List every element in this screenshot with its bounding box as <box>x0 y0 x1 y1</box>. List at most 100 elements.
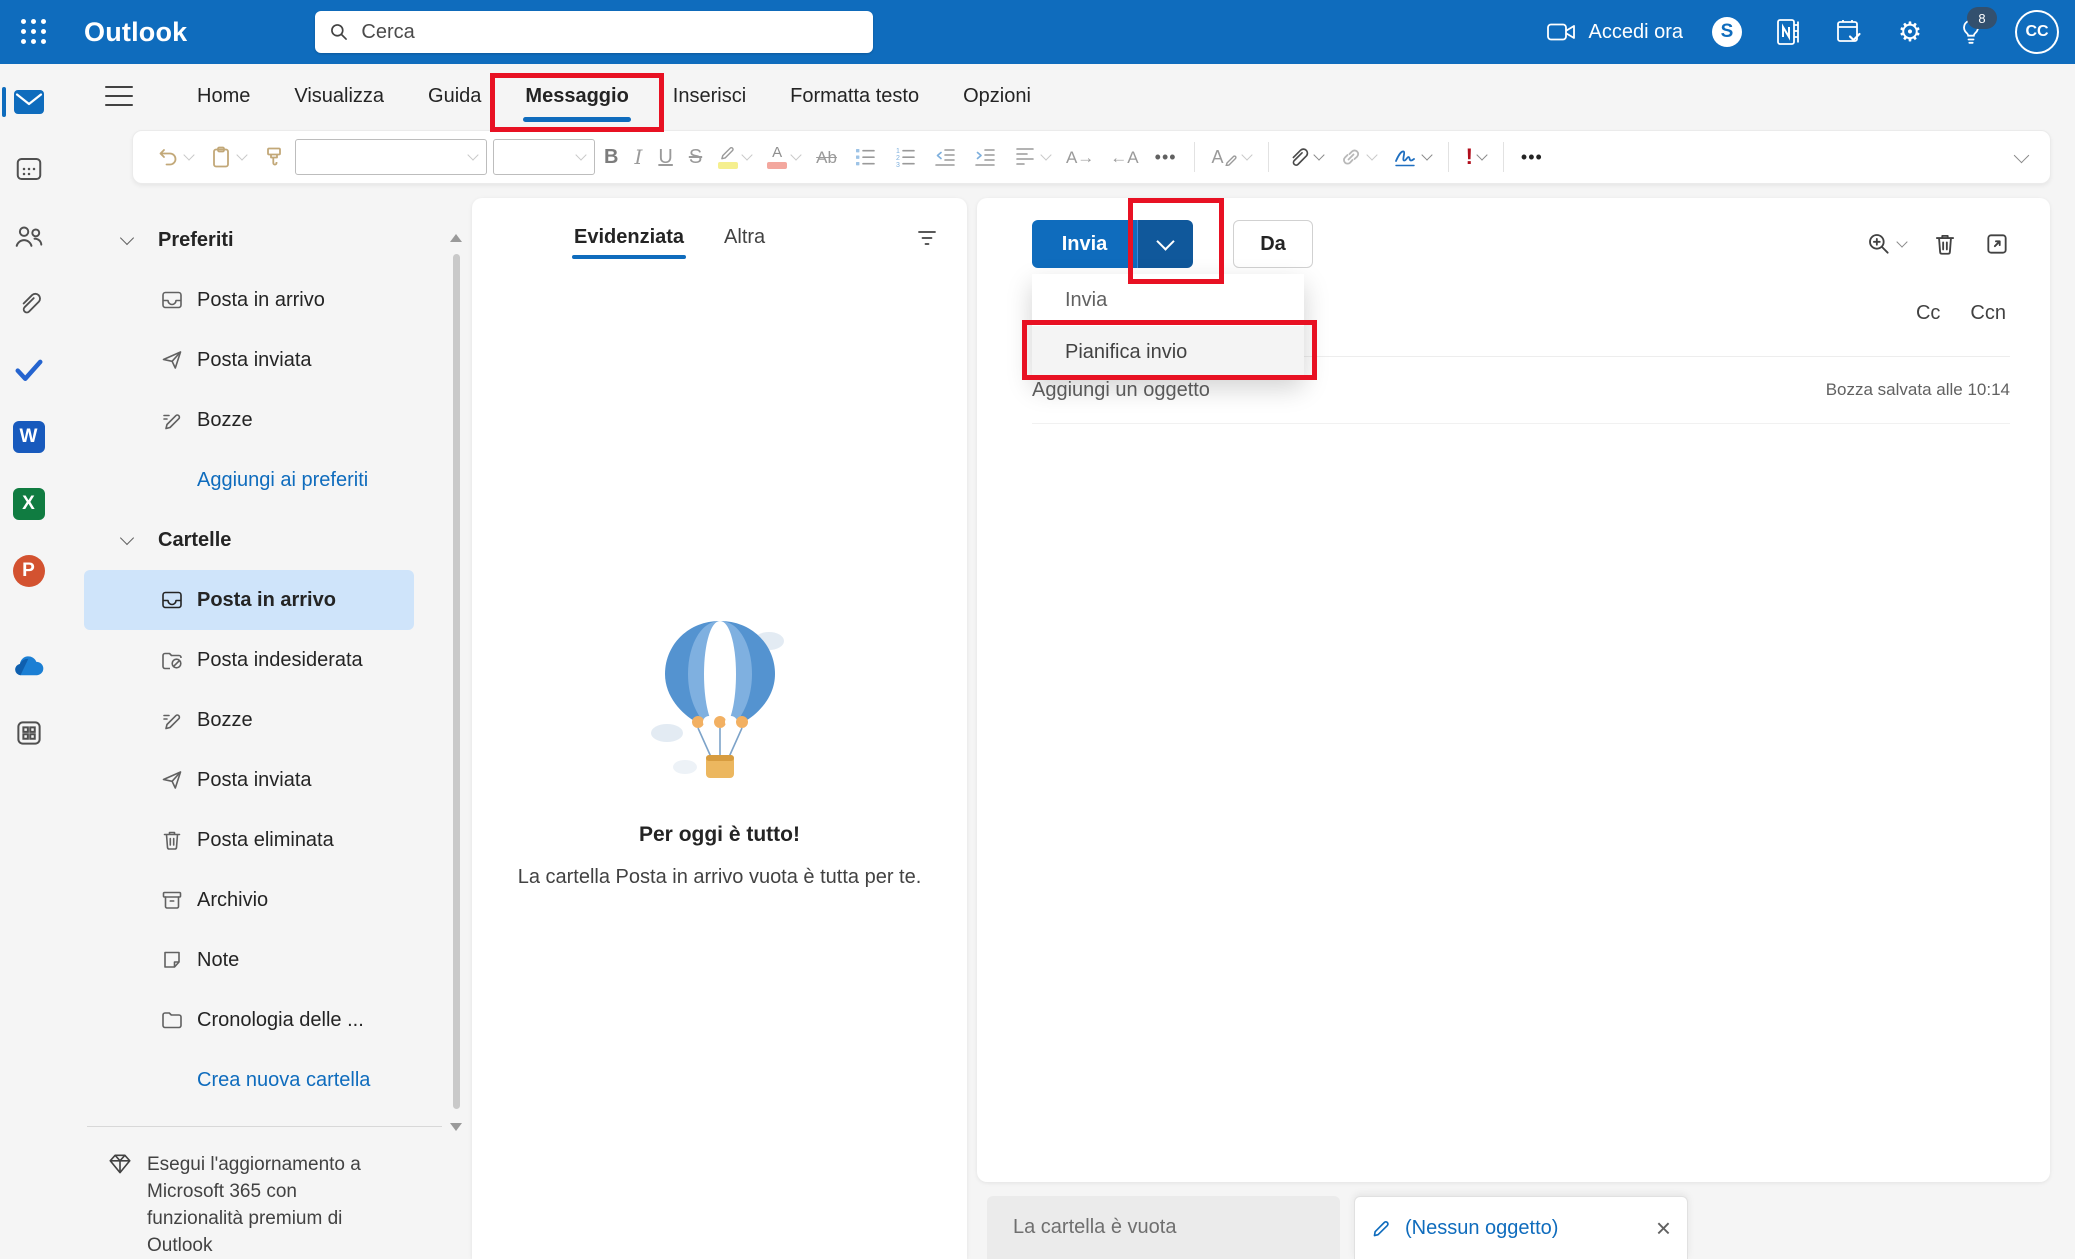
rail-powerpoint-button[interactable]: P <box>11 553 47 589</box>
close-icon[interactable]: × <box>1656 1215 1671 1241</box>
collapse-ribbon-button[interactable] <box>2009 138 2034 176</box>
folder-note[interactable]: Note <box>84 930 414 990</box>
strikethrough-button[interactable]: S <box>682 138 709 176</box>
rail-todo-button[interactable] <box>11 352 47 388</box>
styles-button[interactable]: A <box>1205 138 1258 176</box>
upgrade-promo[interactable]: Esegui l'aggiornamento a Microsoft 365 c… <box>107 1151 440 1259</box>
format-painter-button[interactable] <box>255 138 293 176</box>
rail-excel-button[interactable]: X <box>11 486 47 522</box>
skype-button[interactable]: S <box>1710 15 1744 49</box>
tab-formatta-testo[interactable]: Formatta testo <box>768 77 941 116</box>
settings-button[interactable]: ⚙ <box>1893 15 1927 49</box>
importance-button[interactable]: ! <box>1459 138 1493 176</box>
app-launcher-icon[interactable] <box>14 12 54 52</box>
chevron-down-icon <box>1421 149 1432 160</box>
more-icon: ••• <box>1155 147 1177 168</box>
bulleted-list-button[interactable] <box>846 138 884 176</box>
folders-header[interactable]: Cartelle <box>57 510 470 570</box>
rail-calendar-button[interactable] <box>11 151 47 187</box>
attach-file-button[interactable] <box>1279 138 1330 176</box>
bold-button[interactable]: B <box>597 138 625 176</box>
message-body-editor[interactable] <box>977 424 2050 1182</box>
menu-item-invia[interactable]: Invia <box>1032 274 1304 326</box>
ribbon-tab-row: Home Visualizza Guida Messaggio Inserisc… <box>57 64 2075 128</box>
rail-word-button[interactable]: W <box>11 419 47 455</box>
draft-saved-status: Bozza salvata alle 10:14 <box>1826 380 2010 400</box>
filter-button[interactable] <box>915 228 939 248</box>
italic-button[interactable]: I <box>627 138 649 176</box>
rail-people-button[interactable] <box>11 218 47 254</box>
insert-link-button[interactable] <box>1332 138 1383 176</box>
cc-button[interactable]: Cc <box>1916 302 1940 325</box>
favorite-posta-inviata[interactable]: Posta inviata <box>84 330 414 390</box>
highlight-button[interactable] <box>711 138 758 176</box>
paste-button[interactable] <box>202 138 253 176</box>
folder-archivio[interactable]: Archivio <box>84 870 414 930</box>
tab-visualizza[interactable]: Visualizza <box>272 77 406 116</box>
my-day-button[interactable] <box>1832 15 1866 49</box>
send-options-dropdown[interactable] <box>1137 220 1193 268</box>
signin-button[interactable]: Accedi ora <box>1547 21 1684 44</box>
increase-indent-button[interactable] <box>966 138 1004 176</box>
search-input[interactable] <box>359 20 859 45</box>
zoom-button[interactable] <box>1866 231 1906 257</box>
align-button[interactable] <box>1006 138 1057 176</box>
clear-formatting-button[interactable]: Ab <box>809 138 844 176</box>
tab-home[interactable]: Home <box>175 77 272 116</box>
folder-icon <box>160 1008 184 1032</box>
tab-messaggio[interactable]: Messaggio <box>503 77 650 116</box>
folder-cronologia[interactable]: Cronologia delle ... <box>84 990 414 1050</box>
signature-button[interactable] <box>1385 138 1438 176</box>
more-formatting-button[interactable]: ••• <box>1148 138 1184 176</box>
folder-posta-indesiderata[interactable]: Posta indesiderata <box>84 630 414 690</box>
bottom-strip: La cartella è vuota (Nessun oggetto) × <box>977 1182 2050 1259</box>
undo-icon <box>156 145 180 169</box>
left-to-right-button[interactable]: A→ <box>1059 138 1101 176</box>
tips-button[interactable]: 8 <box>1954 15 1988 49</box>
filter-icon <box>915 228 939 248</box>
scroll-down-arrow[interactable] <box>450 1123 462 1131</box>
undo-button[interactable] <box>149 138 200 176</box>
folder-posta-eliminata[interactable]: Posta eliminata <box>84 810 414 870</box>
tab-guida[interactable]: Guida <box>406 77 503 116</box>
send-button[interactable]: Invia <box>1032 220 1137 268</box>
create-folder-link[interactable]: Crea nuova cartella <box>84 1050 470 1110</box>
favorite-bozze[interactable]: Bozze <box>84 390 414 450</box>
from-button[interactable]: Da <box>1233 220 1313 268</box>
search-bar[interactable] <box>315 11 873 53</box>
underline-button[interactable]: U <box>651 138 679 176</box>
draft-taskbar-tab[interactable]: (Nessun oggetto) × <box>1354 1196 1688 1259</box>
decrease-indent-button[interactable] <box>926 138 964 176</box>
folder-posta-in-arrivo[interactable]: Posta in arrivo <box>84 570 414 630</box>
add-to-favorites-link[interactable]: Aggiungi ai preferiti <box>84 450 470 510</box>
open-in-window-button[interactable] <box>1984 231 2010 257</box>
favorites-header[interactable]: Preferiti <box>57 210 470 270</box>
tab-altra[interactable]: Altra <box>724 226 765 249</box>
rail-onedrive-button[interactable] <box>11 648 47 684</box>
folder-posta-inviata[interactable]: Posta inviata <box>84 750 414 810</box>
folder-pane-scrollbar[interactable] <box>453 254 460 1109</box>
app-title[interactable]: Outlook <box>84 17 187 48</box>
scroll-up-arrow[interactable] <box>450 234 462 242</box>
favorite-posta-in-arrivo[interactable]: Posta in arrivo <box>84 270 414 330</box>
tab-opzioni[interactable]: Opzioni <box>941 77 1053 116</box>
account-avatar[interactable]: CC <box>2015 10 2059 54</box>
hamburger-icon[interactable] <box>105 86 133 106</box>
toolbar-overflow-button[interactable]: ••• <box>1514 138 1550 176</box>
font-name-select[interactable] <box>295 139 487 175</box>
tab-evidenziata[interactable]: Evidenziata <box>574 226 684 249</box>
folder-bozze[interactable]: Bozze <box>84 690 414 750</box>
menu-item-pianifica-invio[interactable]: Pianifica invio <box>1032 326 1304 378</box>
font-size-select[interactable] <box>493 139 595 175</box>
numbered-list-button[interactable]: 123 <box>886 138 924 176</box>
onenote-button[interactable] <box>1771 15 1805 49</box>
font-color-button[interactable]: A <box>760 138 807 176</box>
rail-more-apps-button[interactable] <box>11 715 47 751</box>
bcc-button[interactable]: Ccn <box>1970 302 2006 325</box>
right-to-left-button[interactable]: ←A <box>1103 138 1145 176</box>
tab-inserisci[interactable]: Inserisci <box>651 77 768 116</box>
rail-mail-button[interactable] <box>11 84 47 120</box>
rail-files-button[interactable] <box>11 285 47 321</box>
subject-input[interactable]: Aggiungi un oggetto <box>1032 379 1210 402</box>
discard-button[interactable] <box>1932 231 1958 257</box>
